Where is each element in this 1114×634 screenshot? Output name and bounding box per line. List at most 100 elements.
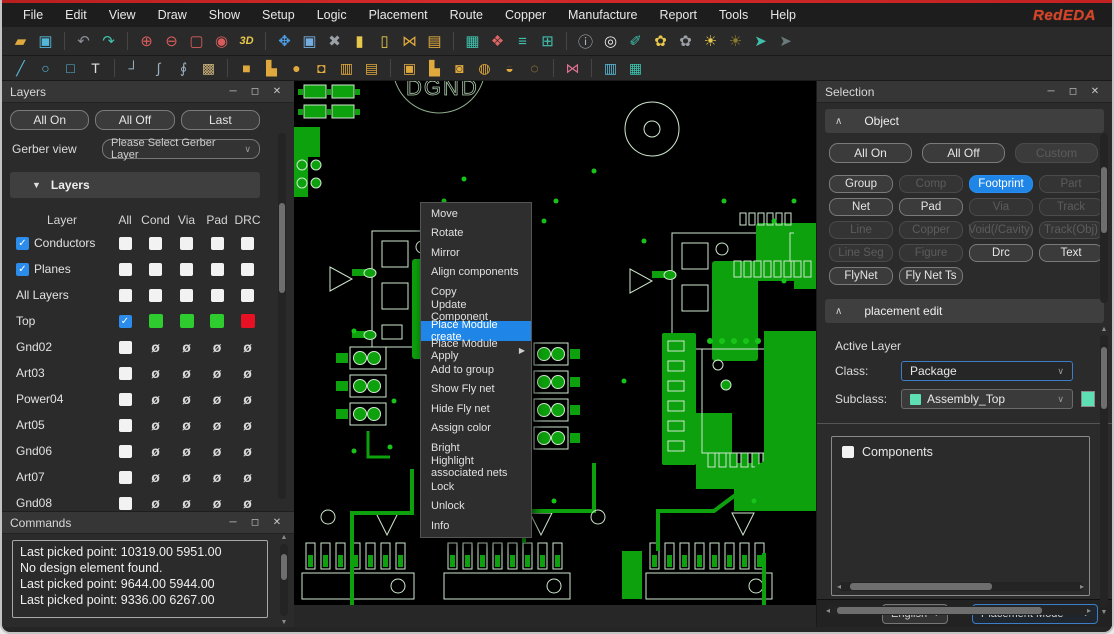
filter-drc-button[interactable]: Drc	[969, 244, 1033, 262]
layer-checkbox[interactable]	[118, 340, 132, 354]
subclass-select[interactable]: Assembly_Top ∨	[901, 389, 1073, 409]
layer-checkbox[interactable]	[180, 288, 193, 302]
layer-checkbox[interactable]	[210, 262, 224, 276]
visibility-off-icon[interactable]: ø	[151, 392, 160, 406]
filter-fly-net-ts-button[interactable]: Fly Net Ts	[899, 267, 963, 285]
layer-checkbox[interactable]	[241, 262, 254, 276]
layer-checkbox[interactable]	[118, 288, 132, 302]
layer-enable-checkbox[interactable]: ✓	[16, 262, 29, 276]
filter-pad-button[interactable]: Pad	[899, 198, 963, 216]
visibility-off-icon[interactable]: ø	[151, 366, 160, 380]
mirror-icon[interactable]: ⋈	[560, 57, 585, 79]
layer-color-swatch[interactable]	[179, 314, 194, 328]
brightness-icon[interactable]: ☀	[698, 30, 723, 52]
layer-checkbox[interactable]	[118, 444, 132, 458]
components-tree[interactable]: Components ◂ ▸	[831, 436, 1090, 596]
layer-checkbox[interactable]	[180, 262, 193, 276]
layer-checkbox[interactable]	[118, 236, 132, 250]
menu-edit[interactable]: Edit	[54, 3, 98, 27]
menu-logic[interactable]: Logic	[306, 3, 358, 27]
corner-tool-icon[interactable]: ┘	[121, 57, 146, 79]
visibility-off-icon[interactable]: ø	[182, 340, 191, 354]
selection-all-on-button[interactable]: All On	[829, 143, 912, 163]
layer-checkbox[interactable]	[118, 470, 132, 484]
filter-void-cavity-button[interactable]: Void(/Cavity)	[968, 221, 1034, 239]
layers-scrollbar[interactable]	[278, 133, 286, 499]
redo-icon[interactable]: ↷	[96, 30, 121, 52]
menu-setup[interactable]: Setup	[251, 3, 306, 27]
visibility-off-icon[interactable]: ø	[213, 470, 222, 484]
layer-checkbox[interactable]	[149, 236, 162, 250]
shape-stack-icon[interactable]: ▥	[334, 57, 359, 79]
mesh-tool-icon[interactable]: ▩	[196, 57, 221, 79]
visibility-off-icon[interactable]: ø	[182, 418, 191, 432]
layer-checkbox[interactable]	[180, 236, 193, 250]
shape-rect-icon[interactable]: ■	[234, 57, 259, 79]
info-icon[interactable]: ⓘ	[573, 30, 598, 52]
visibility-off-icon[interactable]: ø	[151, 496, 160, 510]
filter-line-seg-button[interactable]: Line Seg	[829, 244, 893, 262]
visibility-off-icon[interactable]: ø	[213, 392, 222, 406]
zoom-selected-icon[interactable]: ◉	[209, 30, 234, 52]
line-tool-icon[interactable]: ╱	[8, 57, 33, 79]
context-menu-item-lock[interactable]: Lock	[421, 477, 531, 497]
context-menu-item-move[interactable]: Move	[421, 204, 531, 224]
move-icon[interactable]: ✥	[272, 30, 297, 52]
placement-edit-section-header[interactable]: ∧ placement edit	[825, 299, 1104, 323]
layers-all-off-button[interactable]: All Off	[95, 110, 175, 130]
layer-checkbox[interactable]	[210, 288, 224, 302]
gerber-layer-select[interactable]: Please Select Gerber Layer ∨	[102, 137, 260, 161]
panel-hscrollbar[interactable]: ◂ ▸	[826, 606, 1091, 615]
filter-via-button[interactable]: Via	[969, 198, 1033, 216]
copy-icon[interactable]: ▣	[297, 30, 322, 52]
restore-icon[interactable]: ◻	[246, 84, 264, 100]
filter-part-button[interactable]: Part	[1039, 175, 1103, 193]
context-menu-item-rotate[interactable]: Rotate	[421, 224, 531, 244]
pad-round-icon[interactable]: ◙	[447, 57, 472, 79]
pad-l-icon[interactable]: ▙	[422, 57, 447, 79]
scroll-left-icon[interactable]: ◂	[837, 582, 841, 591]
s-curve-tool-icon[interactable]: ∮	[171, 57, 196, 79]
visibility-off-icon[interactable]: ø	[151, 418, 160, 432]
visibility-off-icon[interactable]: ø	[243, 366, 252, 380]
components-checkbox[interactable]	[842, 446, 854, 458]
scroll-down-icon[interactable]: ▼	[280, 619, 288, 626]
command-log[interactable]: Last picked point: 10319.00 5951.00 No de…	[12, 540, 268, 618]
layer-color-swatch[interactable]	[240, 314, 255, 328]
context-menu-item-assign-color[interactable]: Assign color	[421, 419, 531, 439]
scroll-up-icon[interactable]: ▲	[280, 534, 288, 541]
layer-checkbox[interactable]	[149, 288, 162, 302]
menu-help[interactable]: Help	[759, 3, 807, 27]
layer-checkbox[interactable]	[118, 418, 132, 432]
layer-enable-checkbox[interactable]: ✓	[16, 236, 29, 250]
close-icon[interactable]: ✕	[268, 84, 286, 100]
menu-show[interactable]: Show	[198, 3, 251, 27]
sieve-icon[interactable]: ⋈	[397, 30, 422, 52]
pad-rect-icon[interactable]: ▣	[397, 57, 422, 79]
delete-icon[interactable]: ✖	[322, 30, 347, 52]
menu-file[interactable]: File	[12, 3, 54, 27]
pad-multi-icon[interactable]: ◌	[522, 57, 547, 79]
measure-icon[interactable]: ✐	[623, 30, 648, 52]
context-menu-item-place-module-apply[interactable]: Place Module Apply ▶	[421, 338, 531, 362]
filter-text-button[interactable]: Text	[1039, 244, 1103, 262]
menu-manufacture[interactable]: Manufacture	[557, 3, 648, 27]
visibility-off-icon[interactable]: ø	[182, 392, 191, 406]
visibility-off-icon[interactable]: ø	[151, 470, 160, 484]
shape-circle-icon[interactable]: ●	[284, 57, 309, 79]
layer-checkbox-checked[interactable]: ✓	[118, 314, 132, 328]
close-icon[interactable]: ✕	[268, 515, 286, 531]
save-icon[interactable]: ▣	[33, 30, 58, 52]
pad-two-icon[interactable]: ◒	[497, 57, 522, 79]
visibility-off-icon[interactable]: ø	[182, 444, 191, 458]
menu-tools[interactable]: Tools	[708, 3, 759, 27]
selection-all-off-button[interactable]: All Off	[922, 143, 1005, 163]
context-menu-item-hide-fly-net[interactable]: Hide Fly net	[421, 399, 531, 419]
lock-icon[interactable]: ▮	[347, 30, 372, 52]
visibility-off-icon[interactable]: ø	[213, 418, 222, 432]
visibility-off-icon[interactable]: ø	[243, 418, 252, 432]
restore-icon[interactable]: ◻	[246, 515, 264, 531]
context-menu-item-add-to-group[interactable]: Add to group	[421, 360, 531, 380]
layer-checkbox[interactable]	[118, 496, 132, 510]
close-icon[interactable]: ✕	[1086, 84, 1104, 100]
